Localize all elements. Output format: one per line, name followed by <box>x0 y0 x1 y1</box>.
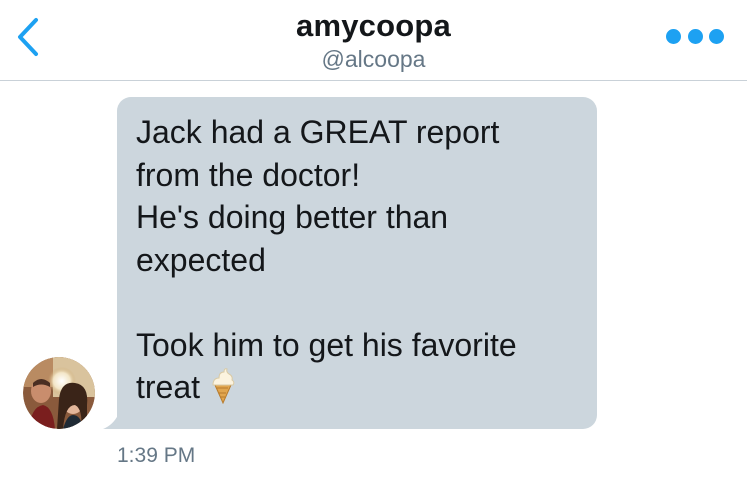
message-line: Jack had a GREAT report <box>136 114 500 150</box>
message-line: Took him to get his favorite <box>136 326 517 363</box>
user-handle[interactable]: @alcoopa <box>0 46 747 73</box>
message-line: He's doing better than <box>136 199 449 235</box>
message-line: from the doctor! <box>136 156 361 193</box>
message-timestamp: 1:39 PM <box>117 444 196 467</box>
user-avatar[interactable] <box>23 357 95 429</box>
message-line-last: treat <box>136 366 579 415</box>
conversation-title[interactable]: amycoopa <box>0 8 747 44</box>
message-line: expected <box>136 241 266 278</box>
conversation-header: amycoopa @alcoopa <box>0 0 747 81</box>
user-avatar-photo <box>23 357 95 429</box>
more-dot <box>687 28 703 44</box>
more-options-button[interactable] <box>666 26 724 46</box>
message-bubble[interactable]: Jack had a GREAT report from the doctor!… <box>117 97 597 429</box>
bubble-tail <box>103 415 118 429</box>
more-dot <box>666 28 681 44</box>
soft-ice-cream-icon <box>210 368 236 415</box>
more-dot <box>709 28 724 44</box>
message-line-text: treat <box>136 369 201 405</box>
